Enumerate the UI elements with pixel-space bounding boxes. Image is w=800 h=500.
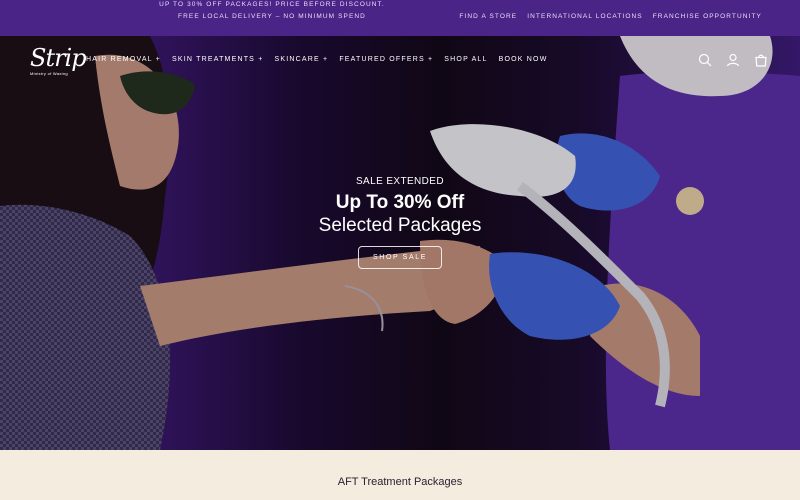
cart-icon[interactable] bbox=[754, 53, 768, 67]
franchise-opportunity-link[interactable]: FRANCHISE OPPORTUNITY bbox=[653, 13, 762, 20]
hero-headline: Up To 30% Off bbox=[335, 192, 465, 213]
nav-hair-removal[interactable]: HAIR REMOVAL + bbox=[86, 56, 161, 63]
search-icon[interactable] bbox=[698, 53, 712, 67]
nav-book-now[interactable]: BOOK NOW bbox=[499, 56, 548, 63]
shop-sale-button[interactable]: SHOP SALE bbox=[358, 246, 442, 269]
nav-skincare[interactable]: SKINCARE + bbox=[274, 56, 328, 63]
find-store-link[interactable]: FIND A STORE bbox=[459, 13, 517, 20]
brand-logo[interactable]: Strip Ministry of Waxing bbox=[30, 44, 87, 78]
main-nav: Strip Ministry of Waxing HAIR REMOVAL + … bbox=[0, 36, 800, 86]
packages-section: AFT Treatment Packages bbox=[0, 450, 800, 500]
nav-shop-all[interactable]: SHOP ALL bbox=[444, 56, 487, 63]
hero-eyebrow: SALE EXTENDED bbox=[355, 176, 444, 187]
promo-line-1: UP TO 30% OFF PACKAGES! PRICE BEFORE DIS… bbox=[159, 1, 385, 8]
nav-menu: HAIR REMOVAL + SKIN TREATMENTS + SKINCAR… bbox=[86, 56, 548, 63]
account-icon[interactable] bbox=[726, 53, 740, 67]
utility-links: FIND A STORE INTERNATIONAL LOCATIONS FRA… bbox=[459, 13, 762, 20]
announcement-bar: UP TO 30% OFF PACKAGES! PRICE BEFORE DIS… bbox=[0, 0, 800, 36]
section-title: AFT Treatment Packages bbox=[337, 476, 463, 488]
logo-mark: Strip bbox=[30, 44, 87, 72]
nav-skin-treatments[interactable]: SKIN TREATMENTS + bbox=[172, 56, 264, 63]
hero-subline: Selected Packages bbox=[318, 215, 482, 236]
header-icons bbox=[698, 53, 768, 67]
hero-content: SALE EXTENDED Up To 30% Off Selected Pac… bbox=[0, 176, 800, 269]
nav-featured-offers[interactable]: FEATURED OFFERS + bbox=[339, 56, 433, 63]
international-locations-link[interactable]: INTERNATIONAL LOCATIONS bbox=[527, 13, 642, 20]
